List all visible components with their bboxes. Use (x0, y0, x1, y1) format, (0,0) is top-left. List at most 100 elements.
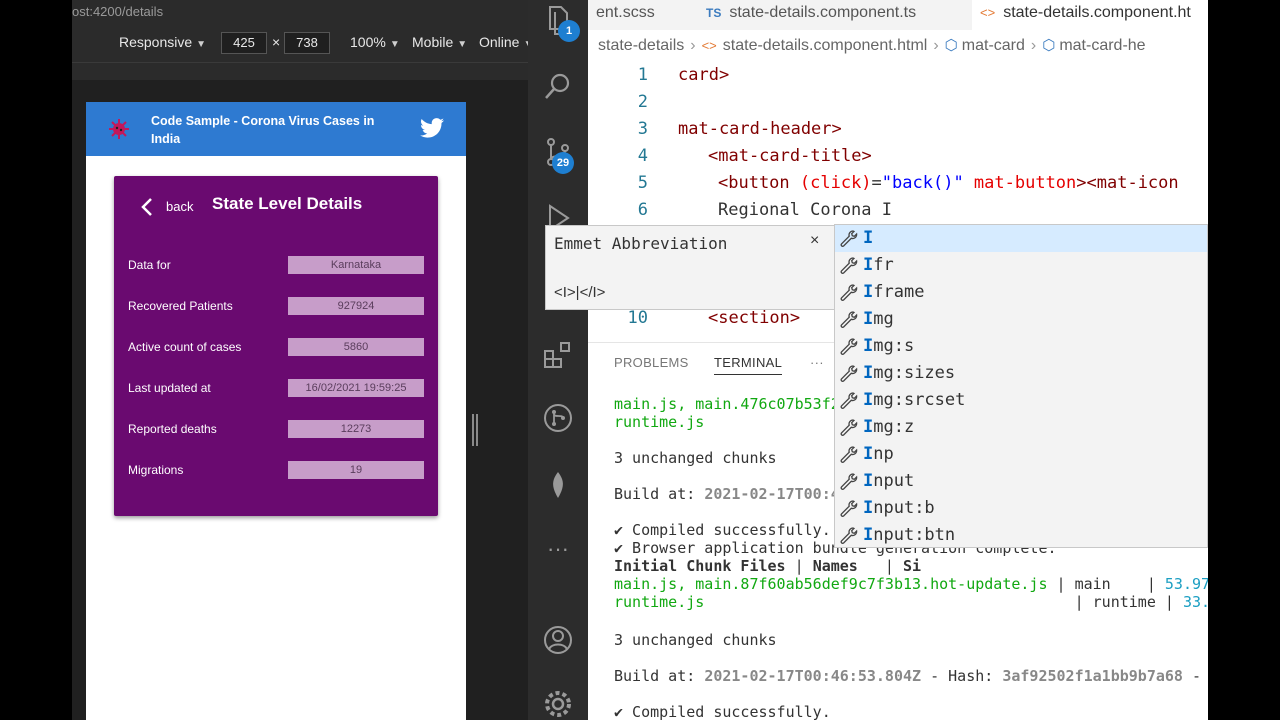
detail-row: Recovered Patients 927924 (128, 297, 424, 317)
network-select[interactable]: Online▼ (479, 34, 528, 50)
explorer-badge: 1 (558, 20, 580, 42)
detail-label: Last updated at (128, 381, 211, 395)
detail-row: Reported deaths 12273 (128, 420, 424, 440)
suggestion-match: I (863, 309, 874, 329)
height-input[interactable]: 738 (284, 32, 330, 54)
virus-icon (109, 119, 129, 139)
wrench-icon (840, 230, 858, 247)
detail-row: Last updated at 16/02/2021 19:59:25 (128, 379, 424, 399)
close-icon[interactable]: × (810, 232, 819, 250)
emmet-details-popup: Emmet Abbreviation × <I>|</I> (545, 225, 835, 310)
suggestion-item[interactable]: Img (835, 306, 1207, 333)
suggestion-list: I Ifr Iframe Img Img:s Img:sizes Img:srcset Img… (834, 224, 1208, 548)
wrench-icon (840, 473, 858, 490)
chevron-down-icon: ▼ (389, 39, 400, 50)
mode-select[interactable]: Mobile ▼ (412, 34, 467, 50)
tab-terminal[interactable]: TERMINAL (714, 355, 783, 375)
wrench-icon (840, 257, 858, 274)
wrench-icon (840, 392, 858, 409)
detail-value: 16/02/2021 19:59:25 (288, 379, 424, 397)
suggestion-item[interactable]: Inp (835, 441, 1207, 468)
panel-more-icon[interactable]: ··· (810, 355, 824, 370)
wrench-icon (840, 338, 858, 355)
typescript-icon: TS (706, 6, 722, 20)
suggestion-match: I (863, 363, 874, 383)
suggestion-item[interactable]: Img:s (835, 333, 1207, 360)
html-icon: <> (980, 5, 996, 20)
width-input[interactable]: 425 (221, 32, 267, 54)
tab-component-html[interactable]: <> state-details.component.ht (972, 0, 1208, 30)
chevron-down-icon: ▼ (196, 39, 207, 50)
code-line: <section> (708, 308, 801, 328)
terminal-line: runtime.js | runtime | 33.44 (614, 593, 1208, 611)
code-line: <mat-card-title> (708, 146, 872, 166)
suggestion-rest: mg:sizes (873, 363, 956, 383)
url-bar[interactable]: ost:4200/details (72, 0, 528, 24)
activity-bar: 1 29 ··· (528, 0, 588, 720)
tab-problems[interactable]: PROBLEMS (614, 355, 689, 370)
suggestion-item[interactable]: Input:b (835, 495, 1207, 522)
suggestion-match: I (863, 390, 874, 410)
suggestion-rest: mg:s (873, 336, 915, 356)
browser-devtools: ost:4200/details Responsive ▼ 425 × 738 1… (72, 0, 528, 720)
breadcrumb-item[interactable]: mat-card (962, 37, 1025, 54)
git-graph-icon[interactable] (542, 402, 574, 434)
line-number: 1 (637, 65, 648, 85)
device-select[interactable]: Responsive ▼ (119, 34, 206, 50)
wrench-icon (840, 446, 858, 463)
search-icon[interactable] (542, 70, 574, 102)
terminal-line: Build at: 2021-02-17T00:46:53.804Z - Has… (614, 667, 1202, 685)
breadcrumb-item[interactable]: state-details (598, 37, 684, 54)
wrench-icon (840, 419, 858, 436)
account-icon[interactable] (542, 624, 574, 656)
more-icon[interactable]: ··· (542, 536, 574, 568)
network-label: Online (479, 34, 520, 50)
emmet-title: Emmet Abbreviation (554, 234, 728, 253)
mode-label: Mobile (412, 34, 454, 50)
wrench-icon (840, 311, 858, 328)
suggestion-item[interactable]: Input (835, 468, 1207, 495)
suggestion-item[interactable]: Img:z (835, 414, 1207, 441)
suggestion-match: I (863, 282, 874, 302)
extensions-icon[interactable] (542, 338, 574, 370)
breadcrumb: state-details › <> state-details.component.… (598, 37, 1146, 54)
breadcrumb-item[interactable]: state-details.component.html (723, 37, 928, 54)
cube-icon: ⬡ (944, 37, 958, 54)
state-details-card: back State Level Details Data for Karnat… (114, 176, 438, 516)
twitter-icon[interactable] (420, 117, 444, 139)
suggestion-item[interactable]: Img:sizes (835, 360, 1207, 387)
mobile-page: Code Sample - Corona Virus Cases in Indi… (86, 102, 466, 720)
app-title: Code Sample - Corona Virus Cases in Indi… (151, 114, 375, 146)
mongodb-leaf-icon[interactable] (542, 470, 574, 502)
detail-value: Karnataka (288, 256, 424, 274)
code-line: <button (click)="back()" mat-button><mat… (718, 173, 1179, 193)
tab-label: state-details.component.ht (1003, 4, 1191, 21)
detail-row: Data for Karnataka (128, 256, 424, 276)
tab-component-ts[interactable]: TS state-details.component.ts (698, 0, 968, 30)
chevron-left-icon[interactable] (140, 196, 154, 218)
app-toolbar: Code Sample - Corona Virus Cases in Indi… (86, 102, 466, 156)
tab-scss[interactable]: ent.scss (588, 0, 696, 30)
detail-row: Active count of cases 5860 (128, 338, 424, 358)
gear-icon[interactable] (542, 688, 574, 720)
suggestion-item[interactable]: Iframe (835, 279, 1207, 306)
suggestion-item[interactable]: Img:srcset (835, 387, 1207, 414)
line-number: 10 (627, 308, 648, 328)
detail-row: Migrations 19 (128, 461, 424, 481)
back-button[interactable]: back (166, 199, 193, 214)
suggestion-item[interactable]: Ifr (835, 252, 1207, 279)
resize-handle[interactable] (472, 414, 480, 446)
line-number: 3 (637, 119, 648, 139)
detail-label: Migrations (128, 463, 184, 477)
suggestion-match: I (863, 417, 874, 437)
card-title: State Level Details (212, 194, 363, 213)
zoom-select[interactable]: 100% ▼ (350, 34, 400, 50)
suggestion-rest: nput:btn (873, 525, 956, 545)
detail-label: Recovered Patients (128, 299, 233, 313)
suggestion-match: I (863, 525, 874, 545)
suggestion-match: I (863, 228, 874, 248)
suggestion-item[interactable]: Input:btn (835, 522, 1207, 547)
wrench-icon (840, 284, 858, 301)
suggestion-item[interactable]: I (835, 225, 1207, 252)
breadcrumb-item[interactable]: mat-card-he (1059, 37, 1145, 54)
